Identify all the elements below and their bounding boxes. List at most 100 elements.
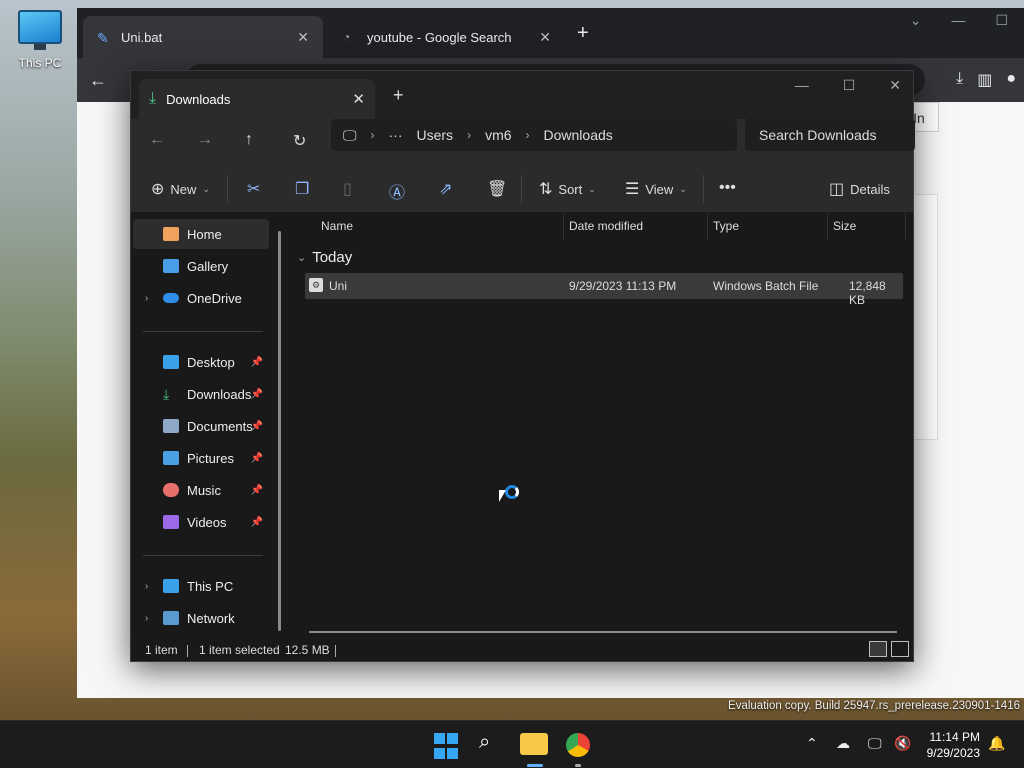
column-header-size[interactable]: Size [833,219,856,233]
new-tab-icon[interactable]: + [577,22,589,45]
chrome-tab-label: youtube - Google Search [367,29,512,45]
desktop-icon-this-pc[interactable]: This PC [12,10,68,70]
new-tab-icon[interactable]: + [393,85,404,106]
view-button[interactable]: ☰ View ⌄ [625,179,687,199]
sidebar-item-desktop[interactable]: Desktop 📌 [133,347,269,377]
minimize-icon[interactable]: — [951,12,965,29]
clock-time: 11:14 PM [929,730,980,744]
chrome-toolbar-right: ⤓ ▥ ● [956,70,1016,90]
breadcrumb-vm6[interactable]: vm6 [485,127,511,143]
forward-arrow-icon[interactable]: → [197,131,213,149]
breadcrumb-downloads[interactable]: Downloads [544,127,613,143]
sidebar-item-videos[interactable]: Videos 📌 [133,507,269,537]
column-header-name[interactable]: Name [321,219,353,233]
cut-button[interactable]: ✂ [247,179,260,199]
notification-bell-icon[interactable]: 🔔 [988,735,1005,752]
delete-button[interactable]: 🗑 [487,179,507,199]
sidebar-scrollbar[interactable] [278,231,281,631]
back-icon[interactable]: ← [89,70,107,91]
view-button-label: View [645,181,674,197]
paste-button[interactable]: ▯ [343,179,352,199]
table-row[interactable]: ⚙ Uni 9/29/2023 11:13 PM Windows Batch F… [305,273,903,307]
taskbar: ⌕ ⌃ ☁ 🖵 🔇 11:14 PM 9/29/2023 🔔 [0,720,1024,768]
maximize-icon[interactable]: ☐ [995,12,1008,29]
file-name: Uni [329,279,348,293]
volume-muted-icon[interactable]: 🔇 [894,735,911,752]
details-button[interactable]: ◫ Details [829,179,890,199]
pin-icon[interactable]: 📌 [251,357,263,368]
new-button[interactable]: ⊕ New ⌄ [151,179,210,199]
sidebar-item-pictures[interactable]: Pictures 📌 [133,443,269,473]
toolbar-divider [703,175,704,203]
group-header-today[interactable]: ⌄ Today [297,249,352,266]
close-window-icon[interactable]: ✕ [889,77,901,94]
sidebar-item-downloads[interactable]: ⤓ Downloads 📌 [133,379,269,409]
sidebar-icon[interactable]: ▥ [977,70,992,90]
chrome-tab-youtube-search[interactable]: ◔ youtube - Google Search ✕ [329,16,565,58]
explorer-tab-downloads[interactable]: ⤓ Downloads ✕ [139,79,375,119]
profile-icon[interactable]: ● [1006,70,1016,90]
up-arrow-icon[interactable]: ↑ [245,131,253,149]
sidebar-item-documents[interactable]: Documents 📌 [133,411,269,441]
search-icon[interactable]: ⌕ [479,731,507,759]
rename-button[interactable]: Ⓐ [389,179,405,203]
chevron-right-icon[interactable]: › [145,613,148,624]
system-clock[interactable]: 11:14 PM 9/29/2023 [927,729,980,761]
pin-icon[interactable]: 📌 [251,485,263,496]
sidebar-item-gallery[interactable]: Gallery [133,251,269,281]
chrome-tab-uni-bat[interactable]: ✎ Uni.bat ✕ [83,16,323,58]
pin-icon[interactable]: 📌 [251,517,263,528]
chevron-right-icon[interactable]: › [145,293,148,304]
copy-button[interactable]: ❐ [295,179,309,199]
chevron-down-icon: ⌄ [679,183,687,194]
ellipsis-icon[interactable]: ··· [389,127,403,143]
sidebar-divider [143,555,263,556]
column-divider[interactable] [905,213,906,239]
chevron-right-icon[interactable]: › [145,581,148,592]
column-header-date-modified[interactable]: Date modified [569,219,643,233]
chrome-taskbar-icon[interactable] [566,733,590,757]
chevron-up-icon[interactable]: ⌃ [806,735,818,752]
details-button-label: Details [850,181,890,197]
sidebar-item-network[interactable]: › Network [133,603,269,633]
pin-icon[interactable]: 📌 [251,421,263,432]
file-explorer-taskbar-icon[interactable] [520,733,548,755]
toolbar-divider [227,175,228,203]
sort-button[interactable]: ⇅ Sort ⌄ [539,179,596,199]
batch-file-icon: ⚙ [309,278,323,292]
share-button[interactable]: ⇗ [439,179,452,199]
sidebar-item-home[interactable]: Home [133,219,269,249]
search-input[interactable]: Search Downloads [745,119,915,151]
sidebar-item-this-pc[interactable]: › This PC [133,571,269,601]
column-divider[interactable] [563,213,564,239]
sidebar-item-onedrive[interactable]: › OneDrive [133,283,269,313]
sidebar-item-music[interactable]: Music 📌 [133,475,269,505]
maximize-icon[interactable]: ☐ [843,77,856,94]
column-header-type[interactable]: Type [713,219,739,233]
details-view-icon[interactable] [869,641,887,657]
network-icon[interactable]: 🖵 [868,735,882,752]
more-options-button[interactable]: ••• [719,179,736,197]
column-divider[interactable] [827,213,828,239]
start-button[interactable] [434,733,462,761]
minimize-icon[interactable]: — [795,77,809,94]
breadcrumb[interactable]: 🖵 › ··· Users › vm6 › Downloads [331,119,737,151]
close-icon[interactable]: ✕ [352,90,365,108]
selection-count: 1 item selected [199,643,280,657]
chevron-right-icon: › [370,128,375,142]
busy-cursor-icon [505,485,519,499]
refresh-icon[interactable]: ↻ [293,131,306,151]
back-arrow-icon[interactable]: ← [149,131,165,149]
breadcrumb-users[interactable]: Users [417,127,454,143]
pin-icon[interactable]: 📌 [251,453,263,464]
horizontal-scrollbar[interactable] [309,631,897,633]
download-icon[interactable]: ⤓ [956,70,963,90]
computer-icon [163,579,179,593]
tiles-view-icon[interactable] [891,641,909,657]
pin-icon[interactable]: 📌 [251,389,263,400]
onedrive-offline-icon[interactable]: ☁ [836,735,850,752]
close-icon[interactable]: ✕ [297,29,309,46]
column-divider[interactable] [707,213,708,239]
close-icon[interactable]: ✕ [539,29,551,46]
chevron-down-icon[interactable]: ⌄ [910,12,922,29]
